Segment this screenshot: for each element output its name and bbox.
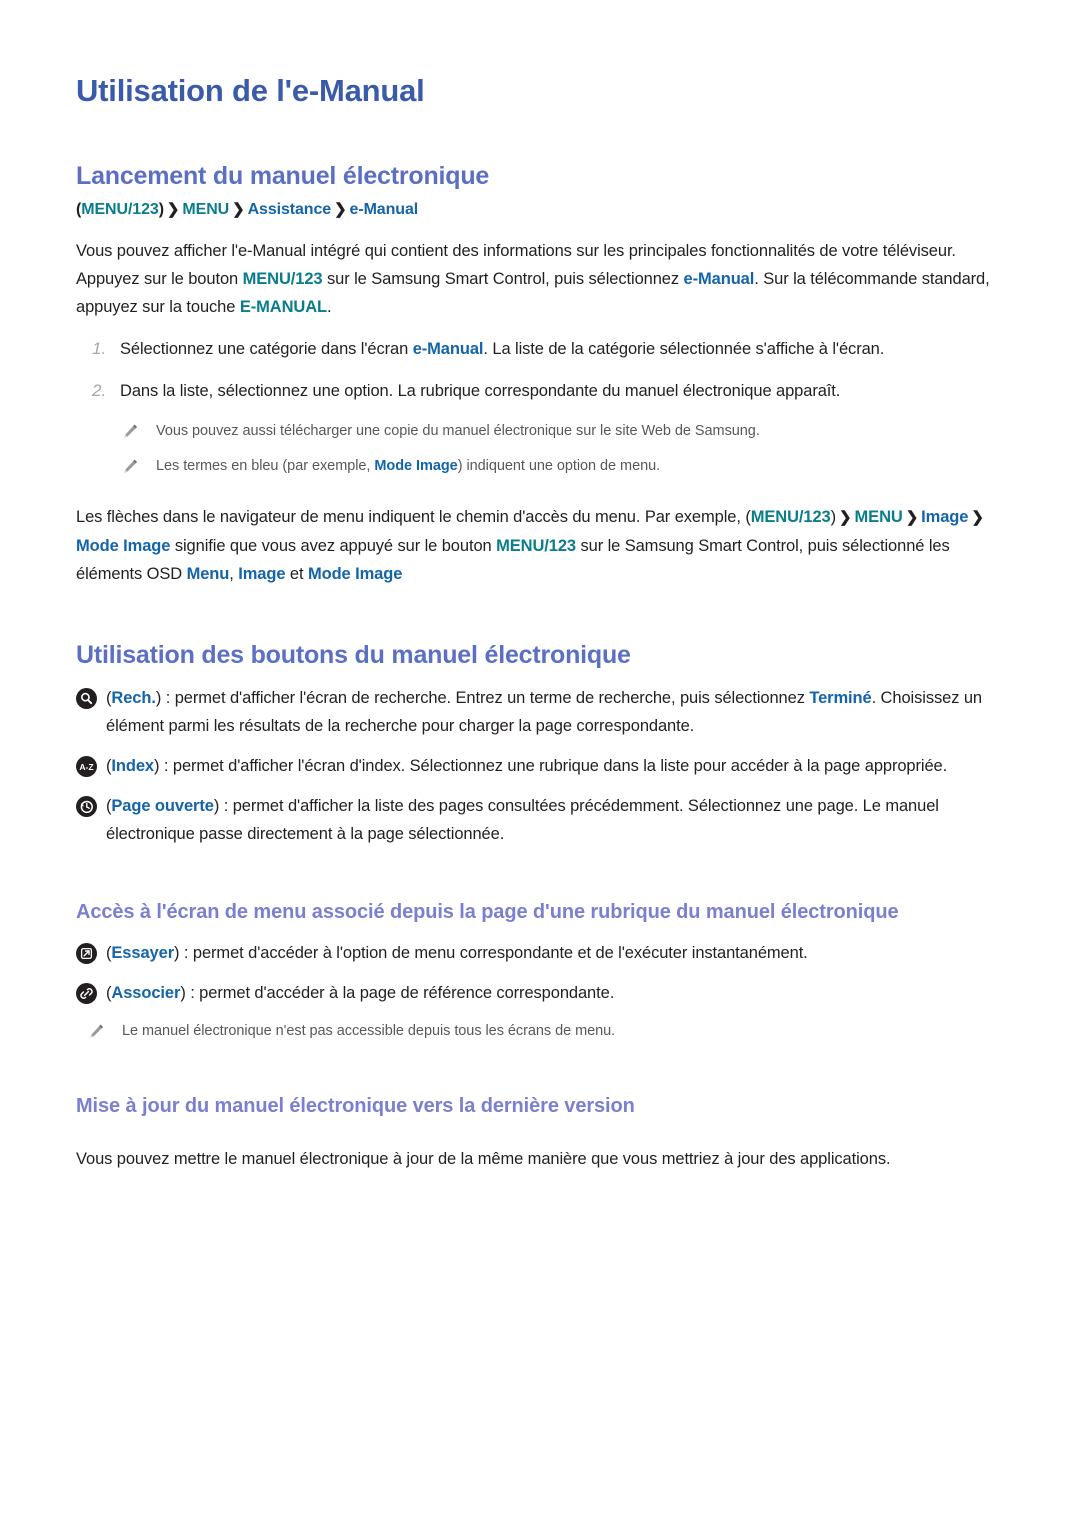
token-emanual-key: E-MANUAL [239, 298, 328, 317]
button-description-associer: (Associer) : permet d'accéder à la page … [76, 979, 1018, 1007]
steps-list: 1. Sélectionnez une catégorie dans l'écr… [76, 335, 1018, 405]
button-label-index: Index [111, 757, 155, 776]
token-menu123: MENU/123 [242, 270, 323, 289]
button-label-page-ouverte: Page ouverte [111, 797, 214, 816]
breadcrumb-item-emanual[interactable]: e-Manual [350, 201, 419, 218]
external-link-icon [76, 939, 106, 965]
token-termine: Terminé [809, 689, 872, 708]
note-text: Vous pouvez aussi télécharger une copie … [156, 419, 1018, 444]
breadcrumb: (MENU/123) ❯ MENU ❯ Assistance ❯ e-Manual [76, 197, 1018, 223]
breadcrumb-item-assistance[interactable]: Assistance [248, 201, 332, 218]
chevron-right-icon: ❯ [166, 201, 180, 219]
note-text: Les termes en bleu (par exemple, Mode Im… [156, 454, 1018, 479]
button-label-rech: Rech. [111, 689, 156, 708]
note-item: Vous pouvez aussi télécharger une copie … [76, 419, 1018, 444]
button-descriptions-list: (Rech.) : permet d'afficher l'écran de r… [76, 684, 1018, 848]
breadcrumb-item-menu[interactable]: MENU [182, 201, 229, 218]
note-text-post: ) indiquent une option de menu. [457, 458, 661, 475]
desc-pre: : permet d'accéder à la page de référenc… [185, 984, 615, 1003]
intro-paragraph: Vous pouvez afficher l'e-Manual intégré … [76, 237, 1018, 321]
nav-text-3: signifie que vous avez appuyé sur le bou… [170, 537, 497, 556]
step-text-post: . La liste de la catégorie sélectionnée … [483, 340, 885, 359]
button-description-page-ouverte: (Page ouverte) : permet d'afficher la li… [76, 792, 1018, 848]
step-text: Dans la liste, sélectionnez une option. … [120, 377, 1018, 405]
section3-notes: Le manuel électronique n'est pas accessi… [76, 1019, 1018, 1044]
intro-text-2: sur le Samsung Smart Control, puis sélec… [322, 270, 684, 289]
chevron-right-icon: ❯ [334, 201, 347, 219]
update-paragraph: Vous pouvez mettre le manuel électroniqu… [76, 1150, 891, 1169]
chevron-right-icon: ❯ [905, 509, 919, 527]
notes-list: Vous pouvez aussi télécharger une copie … [76, 419, 1018, 479]
button-description-rech: (Rech.) : permet d'afficher l'écran de r… [76, 684, 1018, 740]
token-menu123-b: MENU/123 [496, 537, 576, 556]
az-index-icon: A-Z [76, 752, 106, 778]
subsection-heading-mise-a-jour: Mise à jour du manuel électronique vers … [76, 1095, 635, 1118]
pencil-icon [122, 454, 156, 475]
chain-link-icon [76, 979, 106, 1005]
button-description-text: (Rech.) : permet d'afficher l'écran de r… [106, 684, 1018, 740]
step-number: 1. [92, 339, 107, 359]
note-item: Les termes en bleu (par exemple, Mode Im… [76, 454, 1018, 479]
token-osd-menu: Menu [186, 565, 230, 584]
note-item: Le manuel électronique n'est pas accessi… [76, 1019, 1018, 1044]
desc-pre: : permet d'afficher l'écran de recherche… [161, 689, 810, 708]
nav-comma: , [229, 565, 239, 584]
intro-text-4: . [327, 298, 332, 317]
button-description-index: A-Z (Index) : permet d'afficher l'écran … [76, 752, 1018, 780]
access-buttons-list: (Essayer) : permet d'accéder à l'option … [76, 939, 1018, 1007]
button-description-text: (Essayer) : permet d'accéder à l'option … [106, 939, 1018, 967]
subsection-heading-acces: Accès à l'écran de menu associé depuis l… [76, 901, 899, 924]
history-clock-icon [76, 792, 106, 818]
button-description-essayer: (Essayer) : permet d'accéder à l'option … [76, 939, 1018, 967]
section-heading-boutons: Utilisation des boutons du manuel électr… [76, 641, 631, 670]
list-item: 2. Dans la liste, sélectionnez une optio… [76, 377, 1018, 405]
desc-pre: : permet d'afficher l'écran d'index. Sél… [159, 757, 948, 776]
token-emanual: e-Manual [412, 340, 484, 359]
svg-text:A-Z: A-Z [79, 762, 93, 772]
step-text-pre: Sélectionnez une catégorie dans l'écran [120, 340, 413, 359]
button-label-associer: Associer [111, 984, 181, 1003]
token-osd-image: Image [238, 565, 286, 584]
note-text: Le manuel électronique n'est pas accessi… [122, 1023, 616, 1040]
note-text-pre: Vous pouvez aussi télécharger une copie … [156, 423, 760, 440]
token-image: Image [921, 508, 969, 527]
desc-pre: : permet d'accéder à l'option de menu co… [179, 944, 808, 963]
token-mode-image: Mode Image [374, 458, 458, 475]
token-menu123: MENU/123 [750, 508, 831, 527]
token-mode-image: Mode Image [76, 537, 171, 556]
pencil-icon [122, 419, 156, 440]
token-osd-mode-image: Mode Image [307, 565, 403, 584]
button-description-text: (Index) : permet d'afficher l'écran d'in… [106, 752, 1018, 780]
desc-pre: : permet d'afficher la liste des pages c… [106, 797, 939, 844]
breadcrumb-item-menu123[interactable]: MENU/123 [81, 201, 159, 218]
chevron-right-icon: ❯ [971, 509, 984, 527]
list-item: 1. Sélectionnez une catégorie dans l'écr… [76, 335, 1018, 363]
button-label-essayer: Essayer [111, 944, 175, 963]
step-text-pre: Dans la liste, sélectionnez une option. … [120, 382, 841, 401]
button-description-text: (Page ouverte) : permet d'afficher la li… [106, 792, 1018, 848]
token-menu: MENU [854, 508, 903, 527]
step-number: 2. [92, 381, 107, 401]
note-text-pre: Les termes en bleu (par exemple, [156, 458, 375, 475]
chevron-right-icon: ❯ [232, 201, 245, 219]
pencil-icon [88, 1019, 122, 1040]
search-icon [76, 684, 106, 710]
nav-text-1: Les flèches dans le navigateur de menu i… [76, 508, 751, 527]
page-title: Utilisation de l'e-Manual [76, 73, 425, 108]
token-emanual: e-Manual [683, 270, 755, 289]
document-page: Utilisation de l'e-Manual Lancement du m… [0, 0, 1080, 1173]
navigation-paragraph: Les flèches dans le navigateur de menu i… [76, 503, 1018, 588]
step-text: Sélectionnez une catégorie dans l'écran … [120, 335, 1018, 363]
button-description-text: (Associer) : permet d'accéder à la page … [106, 979, 1018, 1007]
nav-text-5: et [285, 565, 308, 584]
section-heading-lancement: Lancement du manuel électronique [76, 162, 490, 191]
chevron-right-icon: ❯ [839, 509, 852, 527]
